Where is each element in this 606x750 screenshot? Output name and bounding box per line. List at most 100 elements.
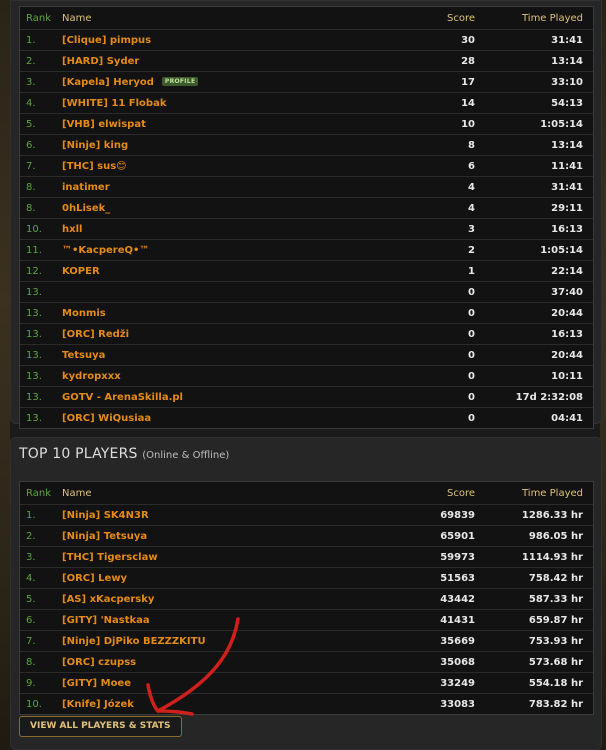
score-cell-container: 35068 bbox=[385, 651, 483, 673]
time-played-cell: 10:11 bbox=[551, 370, 583, 382]
player-name-link[interactable]: [ORC] Lewy bbox=[62, 573, 127, 584]
player-name-link-container: inatimer bbox=[62, 176, 385, 198]
rank-cell-container: 13. bbox=[20, 365, 62, 387]
player-name-link-container: Monmis bbox=[62, 302, 385, 324]
server-players-panel: Rank Name Score Time Played 1. [Clique] p… bbox=[10, 0, 602, 429]
table-row: 13. [ORC] WiQusiaa 0 04:41 bbox=[20, 407, 593, 428]
table-row: 13. Monmis 0 20:44 bbox=[20, 302, 593, 324]
player-name-link-container: [Ninja] SK4N3R bbox=[62, 504, 385, 526]
player-name-link[interactable]: hxll bbox=[62, 224, 82, 235]
time-played-cell: 13:14 bbox=[551, 139, 583, 151]
player-name-link[interactable]: [Kapela] Heryod bbox=[62, 77, 154, 88]
player-name-link[interactable]: [THC] Tigersclaw bbox=[62, 552, 158, 563]
time-played-cell: 20:44 bbox=[551, 349, 583, 361]
player-name-link[interactable]: [Ninje] king bbox=[62, 140, 128, 151]
player-name-link[interactable]: [GITY] Moee bbox=[62, 678, 131, 689]
player-name-link[interactable]: Monmis bbox=[62, 308, 106, 319]
player-name-link-container: [THC] Tigersclaw bbox=[62, 546, 385, 568]
player-name-link[interactable]: [VHB] elwispat bbox=[62, 119, 146, 130]
time-played-cell-container: 20:44 bbox=[483, 344, 593, 366]
time-played-cell-container: 758.42 hr bbox=[483, 567, 593, 589]
table-row: 5. [VHB] elwispat 10 1:05:14 bbox=[20, 113, 593, 135]
player-name-link-container: [Ninje] DjPiko BEZZZKITU bbox=[62, 630, 385, 652]
rank-cell-container: 8. bbox=[20, 176, 62, 198]
score-cell-container: 1 bbox=[385, 260, 483, 282]
player-name-link[interactable]: [GITY] 'Nastkaa bbox=[62, 615, 150, 626]
rank-cell: 13. bbox=[26, 370, 42, 382]
player-name-link[interactable]: inatimer bbox=[62, 182, 110, 193]
rank-cell-container: 4. bbox=[20, 92, 62, 114]
rank-cell: 7. bbox=[26, 635, 36, 647]
time-played-cell: 13:14 bbox=[551, 55, 583, 67]
table-row: 13. 0 37:40 bbox=[20, 281, 593, 303]
player-name-link-container: [HARD] Syder bbox=[62, 50, 385, 72]
score-cell-container: 0 bbox=[385, 365, 483, 387]
wood-border-left bbox=[0, 0, 10, 750]
table-header-row: Rank Name Score Time Played bbox=[20, 482, 593, 505]
player-name-link[interactable]: [HARD] Syder bbox=[62, 56, 139, 67]
table-row: 6. [GITY] 'Nastkaa 41431 659.87 hr bbox=[20, 609, 593, 631]
score-cell: 1 bbox=[468, 265, 475, 277]
score-cell: 43442 bbox=[440, 593, 475, 605]
rank-cell-container: 13. bbox=[20, 386, 62, 408]
player-name-link[interactable]: [THC] sus😊 bbox=[62, 161, 127, 172]
time-played-cell: 04:41 bbox=[551, 412, 583, 424]
score-cell-container: 8 bbox=[385, 134, 483, 156]
table-header-row: Rank Name Score Time Played bbox=[20, 7, 593, 30]
player-name-link[interactable]: [ORC] czupss bbox=[62, 657, 136, 668]
profile-badge[interactable]: PROFILE bbox=[161, 77, 199, 86]
time-played-cell: 1:05:14 bbox=[540, 244, 583, 256]
time-played-cell-container: 11:41 bbox=[483, 155, 593, 177]
table-row: 3. [Kapela] Heryod PROFILE 17 33:10 bbox=[20, 71, 593, 93]
player-name-link[interactable]: [ORC] WiQusiaa bbox=[62, 413, 151, 424]
time-played-cell-container: 783.82 hr bbox=[483, 693, 593, 714]
score-cell: 33249 bbox=[440, 677, 475, 689]
rank-cell: 9. bbox=[26, 677, 36, 689]
player-name-link[interactable]: kydropxxx bbox=[62, 371, 121, 382]
rank-cell-container: 12. bbox=[20, 260, 62, 282]
player-name-link-container: [ORC] WiQusiaa bbox=[62, 407, 385, 428]
score-cell-container: 59973 bbox=[385, 546, 483, 568]
time-played-cell-container: 37:40 bbox=[483, 281, 593, 303]
col-time-header: Time Played bbox=[521, 12, 583, 24]
time-played-cell: 37:40 bbox=[551, 286, 583, 298]
rank-cell-container: 9. bbox=[20, 672, 62, 694]
player-name-link[interactable]: [Ninja] SK4N3R bbox=[62, 510, 149, 521]
player-name-link[interactable]: [Knife] Józek bbox=[62, 699, 134, 710]
rank-cell-container: 8. bbox=[20, 197, 62, 219]
player-name-link[interactable]: [Ninja] Tetsuya bbox=[62, 531, 147, 542]
table-row: 2. [Ninja] Tetsuya 65901 986.05 hr bbox=[20, 525, 593, 547]
rank-cell: 10. bbox=[26, 223, 42, 235]
player-name-link-container: [GITY] Moee bbox=[62, 672, 385, 694]
player-name-link[interactable]: KOPER bbox=[62, 266, 100, 277]
score-cell-container: 41431 bbox=[385, 609, 483, 631]
rank-cell: 2. bbox=[26, 55, 36, 67]
time-played-cell: 783.82 hr bbox=[528, 698, 583, 710]
player-name-link[interactable]: GOTV - ArenaSkilla.pl bbox=[62, 392, 183, 403]
rank-cell: 13. bbox=[26, 349, 42, 361]
time-played-cell: 33:10 bbox=[551, 76, 583, 88]
rank-cell-container: 1. bbox=[20, 29, 62, 51]
view-all-players-button[interactable]: VIEW ALL PLAYERS & STATS bbox=[19, 716, 182, 737]
player-name-link[interactable]: [WHITE] 11 Flobak bbox=[62, 98, 166, 109]
time-played-cell-container: 17d 2:32:08 bbox=[483, 386, 593, 408]
score-cell: 0 bbox=[468, 370, 475, 382]
table-row: 11. ™•KacpereQ•™ 2 1:05:14 bbox=[20, 239, 593, 261]
score-cell-container: 0 bbox=[385, 344, 483, 366]
rank-cell: 8. bbox=[26, 181, 36, 193]
score-cell: 28 bbox=[461, 55, 475, 67]
player-name-link[interactable]: 0hLisek_ bbox=[62, 203, 110, 214]
time-played-cell: 31:41 bbox=[551, 181, 583, 193]
score-cell: 4 bbox=[468, 202, 475, 214]
rank-cell: 3. bbox=[26, 76, 36, 88]
player-name-link[interactable]: Tetsuya bbox=[62, 350, 105, 361]
player-name-link[interactable]: [ORC] Redži bbox=[62, 329, 129, 340]
player-name-link[interactable]: [AS] xKacpersky bbox=[62, 594, 154, 605]
rank-cell-container: 13. bbox=[20, 302, 62, 324]
rank-cell-container: 7. bbox=[20, 630, 62, 652]
player-name-link[interactable]: ™•KacpereQ•™ bbox=[62, 245, 149, 256]
player-name-link[interactable]: [Ninje] DjPiko BEZZZKITU bbox=[62, 636, 206, 647]
rank-cell-container: 11. bbox=[20, 239, 62, 261]
time-played-cell: 758.42 hr bbox=[528, 572, 583, 584]
player-name-link[interactable]: [Clique] pimpus bbox=[62, 35, 151, 46]
